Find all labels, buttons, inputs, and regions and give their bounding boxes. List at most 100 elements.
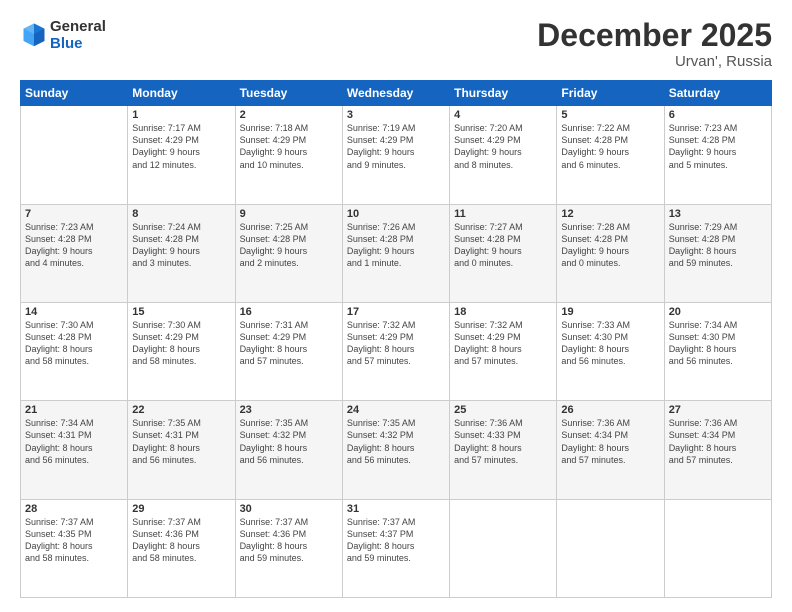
day-info: Sunrise: 7:29 AM Sunset: 4:28 PM Dayligh…: [669, 221, 767, 270]
day-number: 5: [561, 109, 659, 121]
calendar-week-row: 28Sunrise: 7:37 AM Sunset: 4:35 PM Dayli…: [21, 499, 772, 597]
calendar-cell: 11Sunrise: 7:27 AM Sunset: 4:28 PM Dayli…: [450, 204, 557, 302]
day-number: 26: [561, 404, 659, 416]
page: General Blue December 2025 Urvan', Russi…: [0, 0, 792, 612]
logo-icon: [20, 20, 48, 48]
calendar-cell: 31Sunrise: 7:37 AM Sunset: 4:37 PM Dayli…: [342, 499, 449, 597]
calendar-cell: 2Sunrise: 7:18 AM Sunset: 4:29 PM Daylig…: [235, 106, 342, 204]
logo: General Blue: [20, 18, 106, 53]
calendar-cell: [664, 499, 771, 597]
day-number: 24: [347, 404, 445, 416]
day-info: Sunrise: 7:31 AM Sunset: 4:29 PM Dayligh…: [240, 319, 338, 368]
day-number: 29: [132, 503, 230, 515]
day-info: Sunrise: 7:33 AM Sunset: 4:30 PM Dayligh…: [561, 319, 659, 368]
day-header-friday: Friday: [557, 81, 664, 106]
calendar-cell: 28Sunrise: 7:37 AM Sunset: 4:35 PM Dayli…: [21, 499, 128, 597]
day-number: 2: [240, 109, 338, 121]
day-info: Sunrise: 7:32 AM Sunset: 4:29 PM Dayligh…: [347, 319, 445, 368]
day-number: 30: [240, 503, 338, 515]
day-info: Sunrise: 7:23 AM Sunset: 4:28 PM Dayligh…: [669, 122, 767, 171]
day-info: Sunrise: 7:28 AM Sunset: 4:28 PM Dayligh…: [561, 221, 659, 270]
day-number: 19: [561, 306, 659, 318]
day-info: Sunrise: 7:25 AM Sunset: 4:28 PM Dayligh…: [240, 221, 338, 270]
calendar-subtitle: Urvan', Russia: [537, 53, 772, 70]
calendar-cell: 20Sunrise: 7:34 AM Sunset: 4:30 PM Dayli…: [664, 302, 771, 400]
calendar-cell: 12Sunrise: 7:28 AM Sunset: 4:28 PM Dayli…: [557, 204, 664, 302]
day-number: 7: [25, 208, 123, 220]
calendar-table: SundayMondayTuesdayWednesdayThursdayFrid…: [20, 80, 772, 598]
day-info: Sunrise: 7:37 AM Sunset: 4:35 PM Dayligh…: [25, 516, 123, 565]
calendar-title: December 2025: [537, 18, 772, 53]
day-info: Sunrise: 7:37 AM Sunset: 4:36 PM Dayligh…: [240, 516, 338, 565]
logo-text-line2: Blue: [50, 35, 106, 52]
title-block: December 2025 Urvan', Russia: [537, 18, 772, 70]
calendar-cell: 23Sunrise: 7:35 AM Sunset: 4:32 PM Dayli…: [235, 401, 342, 499]
calendar-cell: 30Sunrise: 7:37 AM Sunset: 4:36 PM Dayli…: [235, 499, 342, 597]
calendar-cell: 21Sunrise: 7:34 AM Sunset: 4:31 PM Dayli…: [21, 401, 128, 499]
day-info: Sunrise: 7:22 AM Sunset: 4:28 PM Dayligh…: [561, 122, 659, 171]
day-number: 16: [240, 306, 338, 318]
day-number: 27: [669, 404, 767, 416]
day-number: 21: [25, 404, 123, 416]
calendar-cell: 17Sunrise: 7:32 AM Sunset: 4:29 PM Dayli…: [342, 302, 449, 400]
header: General Blue December 2025 Urvan', Russi…: [20, 18, 772, 70]
calendar-cell: 3Sunrise: 7:19 AM Sunset: 4:29 PM Daylig…: [342, 106, 449, 204]
day-number: 15: [132, 306, 230, 318]
calendar-week-row: 7Sunrise: 7:23 AM Sunset: 4:28 PM Daylig…: [21, 204, 772, 302]
day-header-monday: Monday: [128, 81, 235, 106]
calendar-cell: 9Sunrise: 7:25 AM Sunset: 4:28 PM Daylig…: [235, 204, 342, 302]
calendar-cell: [557, 499, 664, 597]
day-info: Sunrise: 7:36 AM Sunset: 4:34 PM Dayligh…: [561, 417, 659, 466]
day-info: Sunrise: 7:34 AM Sunset: 4:31 PM Dayligh…: [25, 417, 123, 466]
calendar-cell: 29Sunrise: 7:37 AM Sunset: 4:36 PM Dayli…: [128, 499, 235, 597]
logo-text-line1: General: [50, 18, 106, 35]
day-number: 9: [240, 208, 338, 220]
calendar-cell: 25Sunrise: 7:36 AM Sunset: 4:33 PM Dayli…: [450, 401, 557, 499]
day-info: Sunrise: 7:30 AM Sunset: 4:29 PM Dayligh…: [132, 319, 230, 368]
calendar-week-row: 14Sunrise: 7:30 AM Sunset: 4:28 PM Dayli…: [21, 302, 772, 400]
day-info: Sunrise: 7:36 AM Sunset: 4:33 PM Dayligh…: [454, 417, 552, 466]
calendar-cell: 15Sunrise: 7:30 AM Sunset: 4:29 PM Dayli…: [128, 302, 235, 400]
calendar-cell: 1Sunrise: 7:17 AM Sunset: 4:29 PM Daylig…: [128, 106, 235, 204]
day-info: Sunrise: 7:17 AM Sunset: 4:29 PM Dayligh…: [132, 122, 230, 171]
day-number: 17: [347, 306, 445, 318]
day-number: 13: [669, 208, 767, 220]
day-info: Sunrise: 7:34 AM Sunset: 4:30 PM Dayligh…: [669, 319, 767, 368]
calendar-week-row: 21Sunrise: 7:34 AM Sunset: 4:31 PM Dayli…: [21, 401, 772, 499]
day-number: 1: [132, 109, 230, 121]
day-info: Sunrise: 7:35 AM Sunset: 4:31 PM Dayligh…: [132, 417, 230, 466]
day-header-tuesday: Tuesday: [235, 81, 342, 106]
day-info: Sunrise: 7:20 AM Sunset: 4:29 PM Dayligh…: [454, 122, 552, 171]
day-number: 23: [240, 404, 338, 416]
day-info: Sunrise: 7:35 AM Sunset: 4:32 PM Dayligh…: [347, 417, 445, 466]
calendar-cell: 10Sunrise: 7:26 AM Sunset: 4:28 PM Dayli…: [342, 204, 449, 302]
calendar-cell: 27Sunrise: 7:36 AM Sunset: 4:34 PM Dayli…: [664, 401, 771, 499]
day-number: 6: [669, 109, 767, 121]
day-number: 12: [561, 208, 659, 220]
day-header-thursday: Thursday: [450, 81, 557, 106]
day-header-saturday: Saturday: [664, 81, 771, 106]
calendar-cell: 7Sunrise: 7:23 AM Sunset: 4:28 PM Daylig…: [21, 204, 128, 302]
day-number: 8: [132, 208, 230, 220]
day-info: Sunrise: 7:36 AM Sunset: 4:34 PM Dayligh…: [669, 417, 767, 466]
day-number: 14: [25, 306, 123, 318]
calendar-cell: 24Sunrise: 7:35 AM Sunset: 4:32 PM Dayli…: [342, 401, 449, 499]
calendar-cell: 5Sunrise: 7:22 AM Sunset: 4:28 PM Daylig…: [557, 106, 664, 204]
calendar-cell: 18Sunrise: 7:32 AM Sunset: 4:29 PM Dayli…: [450, 302, 557, 400]
day-number: 10: [347, 208, 445, 220]
calendar-header-row: SundayMondayTuesdayWednesdayThursdayFrid…: [21, 81, 772, 106]
calendar-cell: 26Sunrise: 7:36 AM Sunset: 4:34 PM Dayli…: [557, 401, 664, 499]
day-info: Sunrise: 7:37 AM Sunset: 4:36 PM Dayligh…: [132, 516, 230, 565]
day-number: 11: [454, 208, 552, 220]
calendar-cell: 8Sunrise: 7:24 AM Sunset: 4:28 PM Daylig…: [128, 204, 235, 302]
calendar-cell: 13Sunrise: 7:29 AM Sunset: 4:28 PM Dayli…: [664, 204, 771, 302]
day-header-wednesday: Wednesday: [342, 81, 449, 106]
calendar-cell: [21, 106, 128, 204]
day-info: Sunrise: 7:18 AM Sunset: 4:29 PM Dayligh…: [240, 122, 338, 171]
calendar-cell: [450, 499, 557, 597]
calendar-cell: 16Sunrise: 7:31 AM Sunset: 4:29 PM Dayli…: [235, 302, 342, 400]
day-number: 20: [669, 306, 767, 318]
calendar-cell: 6Sunrise: 7:23 AM Sunset: 4:28 PM Daylig…: [664, 106, 771, 204]
day-info: Sunrise: 7:37 AM Sunset: 4:37 PM Dayligh…: [347, 516, 445, 565]
day-number: 31: [347, 503, 445, 515]
